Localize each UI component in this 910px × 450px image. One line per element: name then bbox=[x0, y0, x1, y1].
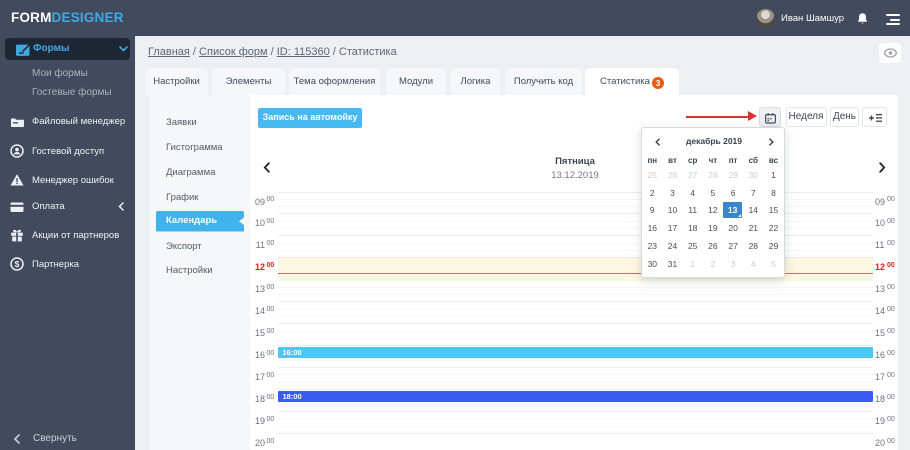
svg-text:$: $ bbox=[15, 259, 20, 269]
